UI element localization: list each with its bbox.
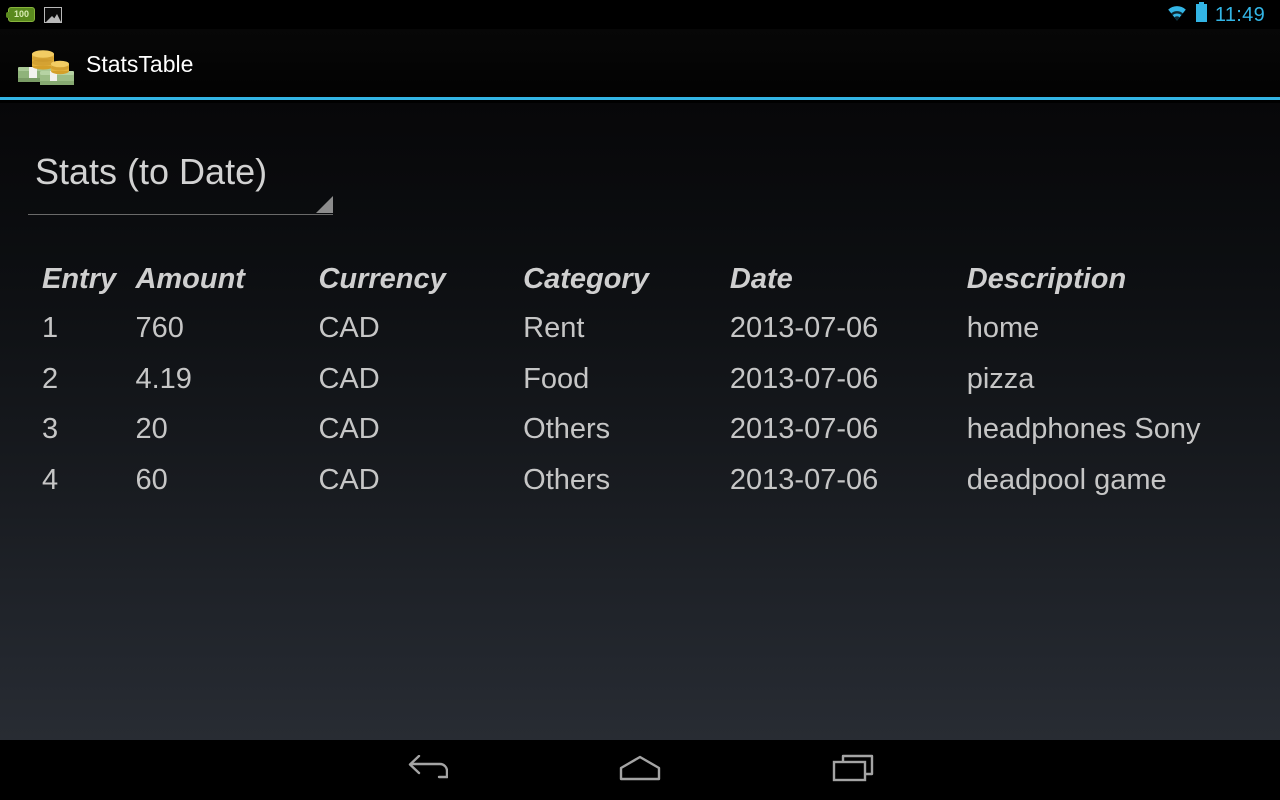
table-header-row: Entry Amount Currency Category Date Desc… [0, 263, 1280, 309]
money-stack-icon[interactable] [14, 41, 76, 89]
table-row[interactable]: 4 60 CAD Others 2013-07-06 deadpool game [0, 461, 1280, 512]
column-header-currency[interactable]: Currency [318, 263, 523, 309]
nav-recents-button[interactable] [747, 740, 960, 800]
android-screen: 100 11:49 StatsTable Stats (to Date) Ent… [0, 0, 1280, 800]
status-bar-clock: 11:49 [1214, 3, 1265, 26]
cell-amount: 4.19 [135, 362, 192, 395]
table-row[interactable]: 3 20 CAD Others 2013-07-06 headphones So… [0, 410, 1280, 461]
battery-100-notification-icon: 100 [6, 7, 35, 22]
table-body: 1 760 CAD Rent 2013-07-06 home 2 4.19 CA… [0, 309, 1280, 511]
cell-entry: 3 [42, 413, 59, 446]
cell-description: headphones Sony [966, 413, 1201, 446]
cell-entry: 4 [42, 463, 59, 496]
cell-description: pizza [966, 362, 1035, 395]
action-bar: StatsTable [0, 29, 1280, 100]
battery-100-label: 100 [13, 9, 30, 19]
battery-icon [1195, 2, 1208, 27]
cell-currency: CAD [318, 362, 380, 395]
column-header-date[interactable]: Date [730, 263, 967, 309]
cell-amount: 20 [135, 413, 168, 446]
table-row[interactable]: 1 760 CAD Rent 2013-07-06 home [0, 309, 1280, 360]
stats-table: Entry Amount Currency Category Date Desc… [0, 263, 1280, 511]
cell-currency: CAD [318, 463, 380, 496]
gallery-image-notification-icon [44, 6, 62, 23]
recents-icon [832, 754, 874, 787]
back-icon [406, 754, 449, 786]
cell-description: deadpool game [966, 463, 1167, 496]
column-header-description[interactable]: Description [967, 263, 1280, 309]
status-bar-notifications[interactable]: 100 [6, 6, 62, 23]
cell-amount: 760 [135, 312, 184, 344]
cell-category: Others [523, 463, 611, 496]
cell-category: Rent [523, 312, 585, 344]
spinner-selected-value: Stats (to Date) [35, 151, 268, 192]
cell-amount: 60 [135, 463, 168, 496]
cell-currency: CAD [318, 413, 380, 446]
status-bar-system-icons[interactable]: 11:49 [1166, 2, 1272, 27]
cell-description: home [966, 312, 1040, 344]
navigation-bar [0, 740, 1280, 800]
dropdown-triangle-icon [316, 196, 333, 213]
cell-date: 2013-07-06 [729, 312, 879, 344]
status-bar[interactable]: 100 11:49 [0, 0, 1280, 29]
home-icon [618, 755, 662, 786]
cell-entry: 2 [42, 362, 59, 395]
column-header-entry[interactable]: Entry [0, 263, 135, 309]
column-header-amount[interactable]: Amount [135, 263, 318, 309]
table-row[interactable]: 2 4.19 CAD Food 2013-07-06 pizza [0, 360, 1280, 411]
nav-back-button[interactable] [321, 740, 534, 800]
cell-category: Others [523, 413, 611, 446]
cell-date: 2013-07-06 [729, 362, 879, 395]
stats-range-spinner[interactable]: Stats (to Date) [28, 143, 333, 215]
cell-date: 2013-07-06 [729, 413, 879, 446]
cell-category: Food [523, 362, 590, 395]
cell-date: 2013-07-06 [729, 463, 879, 496]
wifi-icon [1166, 4, 1188, 26]
app-title: StatsTable [86, 51, 194, 77]
content-area: Stats (to Date) Entry Amount Currency Ca… [0, 103, 1280, 740]
cell-entry: 1 [42, 312, 59, 344]
cell-currency: CAD [318, 312, 380, 344]
nav-home-button[interactable] [534, 740, 747, 800]
column-header-category[interactable]: Category [523, 263, 730, 309]
spinner-underline [28, 214, 333, 215]
